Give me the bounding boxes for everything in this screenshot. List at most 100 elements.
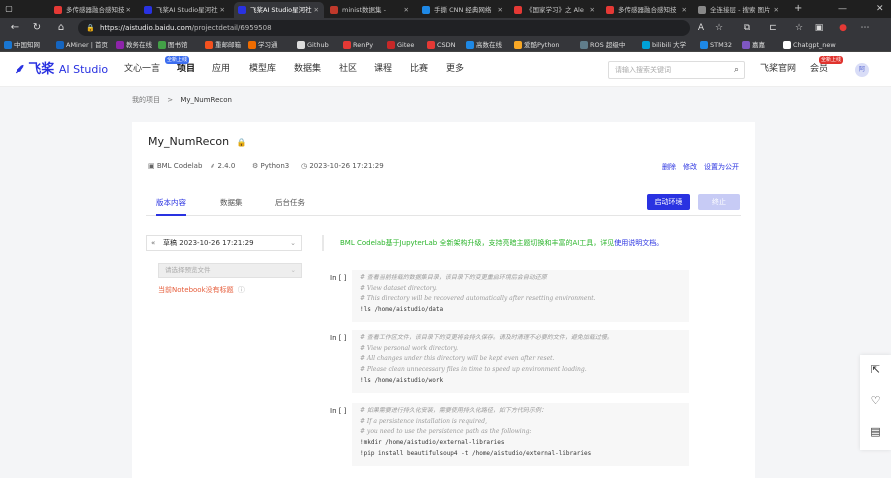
split-screen-icon[interactable]: ⊏ [766, 18, 780, 38]
stop-button[interactable]: 终止 [698, 194, 740, 210]
bookmark-label: RenPy [353, 41, 374, 49]
bookmark-label: 中国知网 [14, 41, 40, 49]
close-tab-icon[interactable]: ✕ [590, 2, 595, 18]
close-tab-icon[interactable]: ✕ [126, 2, 131, 18]
logo-mark-icon: ⸙ [14, 62, 24, 77]
bookmark-item[interactable]: 高数在线 [466, 38, 502, 52]
code-comment-line: # 查看当前挂载的数据集目录，该目录下的变更重启环境后会自动还原 [360, 274, 547, 281]
bookmark-star-icon[interactable]: ☆ [712, 18, 726, 38]
help-icon[interactable]: ⓘ [238, 286, 245, 294]
bookmark-item[interactable]: STM32 [700, 38, 732, 52]
start-environment-button[interactable]: 启动环境 [647, 194, 690, 210]
share-icon[interactable]: ⇱ [860, 363, 891, 376]
browser-tab[interactable]: 多传感器融合感知技 ✕ [602, 2, 692, 18]
nav-item[interactable]: 模型库 [249, 52, 276, 87]
bookmark-item[interactable]: CSDN [427, 38, 456, 52]
bookmark-item[interactable]: 重邮邮箱 [205, 38, 241, 52]
logo-cn: 飞桨 [28, 62, 55, 77]
close-tab-icon[interactable]: ✕ [682, 2, 687, 18]
tab-background-tasks[interactable]: 后台任务 [275, 190, 305, 216]
nav-item[interactable]: 比赛 [410, 52, 428, 87]
make-public-link[interactable]: 设置为公开 [704, 162, 739, 172]
translate-icon[interactable]: A [694, 18, 708, 38]
bookmark-item[interactable]: ROS 超级中 [580, 38, 625, 52]
bookmark-item[interactable]: Gitee [387, 38, 414, 52]
close-window-button[interactable]: ✕ [876, 0, 884, 18]
profile-icon[interactable]: ● [836, 18, 850, 38]
browser-tab-strip: ▢ 多传感器融合感知技 ✕ 飞桨AI Studio星河社 ✕ 飞桨AI Studio星河… [0, 0, 891, 18]
browser-tab[interactable]: 多传感器融合感知技 ✕ [50, 2, 136, 18]
bookmark-item[interactable]: 嘉嘉 [742, 38, 765, 52]
close-tab-icon[interactable]: ✕ [774, 2, 779, 18]
nav-item[interactable]: 数据集 [294, 52, 321, 87]
minimize-button[interactable]: — [838, 0, 847, 18]
bookmark-item[interactable]: 中国知网 [4, 38, 40, 52]
code-cell[interactable]: # 查看工作区文件，该目录下的变更将会持久保存。请及时清理不必要的文件，避免加载… [352, 330, 689, 393]
bookmark-item[interactable]: bilibili 大学 [642, 38, 686, 52]
home-icon[interactable]: ⌂ [54, 18, 68, 38]
browser-tab[interactable]: 飞桨AI Studio星河社 ✕ [140, 2, 230, 18]
nav-item[interactable]: 社区 [339, 52, 357, 87]
new-tab-button[interactable]: + [794, 0, 802, 18]
comment-icon[interactable]: ▤ [860, 425, 891, 438]
bookmark-item[interactable]: Chatgpt_new [783, 38, 836, 52]
extensions-icon[interactable]: ⧉ [740, 18, 754, 38]
like-heart-icon[interactable]: ♡ [860, 394, 891, 407]
bookmark-item[interactable]: Github [297, 38, 329, 52]
nav-item[interactable]: 文心一言 [124, 52, 160, 87]
avatar[interactable]: 阿 [855, 63, 869, 77]
browser-tab-label: 手撕 CNN 经典网络 [434, 6, 492, 14]
site-logo[interactable]: ⸙ 飞桨 AI Studio [14, 61, 108, 79]
bookmark-item[interactable]: 图书馆 [158, 38, 188, 52]
browser-tab[interactable]: 《国家学习》之 Ale ✕ [510, 2, 600, 18]
back-icon[interactable]: ← [8, 18, 22, 38]
bookmark-favicon-icon [297, 41, 305, 49]
browser-tab[interactable]: 手撕 CNN 经典网络 ✕ [418, 2, 508, 18]
file-preview-select[interactable]: 请选择预览文件 ⌄ [158, 263, 302, 278]
tab-version-content[interactable]: 版本内容 [156, 190, 186, 216]
browser-tab-label: 多传感器融合感知技 [66, 6, 125, 14]
close-tab-icon[interactable]: ✕ [220, 2, 225, 18]
notebook-no-title: 当前Notebook没有标题 ⓘ [158, 285, 245, 295]
info-doc-link[interactable]: 使用说明文档。 [614, 239, 663, 247]
breadcrumb-parent[interactable]: 我的项目 [132, 96, 160, 104]
bookmark-item[interactable]: 教务在线 [116, 38, 152, 52]
collapse-icon[interactable]: « [151, 236, 155, 250]
nav-item[interactable]: 应用 [212, 52, 230, 87]
close-tab-icon[interactable]: ✕ [404, 2, 409, 18]
code-cell[interactable]: # 查看当前挂载的数据集目录，该目录下的变更重启环境后会自动还原 # View d… [352, 270, 689, 322]
bookmark-item[interactable]: 学习通 [248, 38, 278, 52]
tab-favicon-icon [330, 6, 338, 14]
nav-item[interactable]: 更多 [446, 52, 464, 87]
search-icon[interactable]: ⌕ [734, 62, 739, 78]
settings-menu-icon[interactable]: ⋯ [858, 18, 872, 38]
version-select[interactable]: « 草稿 2023-10-26 17:21:29 ⌄ [146, 235, 302, 251]
nav-item[interactable]: 课程 [374, 52, 392, 87]
address-bar[interactable]: 🔒 https://aistudio.baidu.com/projectdeta… [78, 20, 690, 36]
bookmark-item[interactable]: RenPy [343, 38, 373, 52]
edit-link[interactable]: 修改 [683, 162, 697, 172]
close-tab-icon[interactable]: ✕ [314, 2, 319, 18]
search-input[interactable]: 请输入搜索关键词 ⌕ [608, 61, 745, 79]
collections-icon[interactable]: ▣ [812, 18, 826, 38]
delete-link[interactable]: 删除 [662, 162, 676, 172]
close-tab-icon[interactable]: ✕ [498, 2, 503, 18]
bookmark-item[interactable]: 爱酷Python [514, 38, 560, 52]
official-site-link[interactable]: 飞桨官网 [760, 52, 796, 87]
code-comment-line: # View dataset directory. [360, 284, 437, 292]
bookmark-item[interactable]: AMiner | 首页 [56, 38, 108, 52]
refresh-icon[interactable]: ↻ [30, 18, 44, 38]
bookmark-favicon-icon [742, 41, 750, 49]
cell-prompt: In [ ] [330, 274, 347, 282]
tab-search-icon[interactable]: ▢ [2, 2, 16, 16]
tab-dataset[interactable]: 数据集 [220, 190, 243, 216]
browser-tab[interactable]: minist数据集 - ✕ [326, 2, 414, 18]
code-cell[interactable]: # 如果需要进行持久化安装，需要使用持久化路径，如下方代码示例： # If a p… [352, 403, 689, 466]
favorites-icon[interactable]: ☆ [792, 18, 806, 38]
browser-tab[interactable]: 全连接层 - 搜索 图片 ✕ [694, 2, 784, 18]
bookmark-label: ROS 超级中 [590, 41, 626, 49]
cell-prompt: In [ ] [330, 407, 347, 415]
code-comment-line: # View personal work directory. [360, 344, 458, 352]
browser-tab[interactable]: 飞桨AI Studio星河社 ✕ [234, 2, 324, 18]
tab-favicon-icon [514, 6, 522, 14]
